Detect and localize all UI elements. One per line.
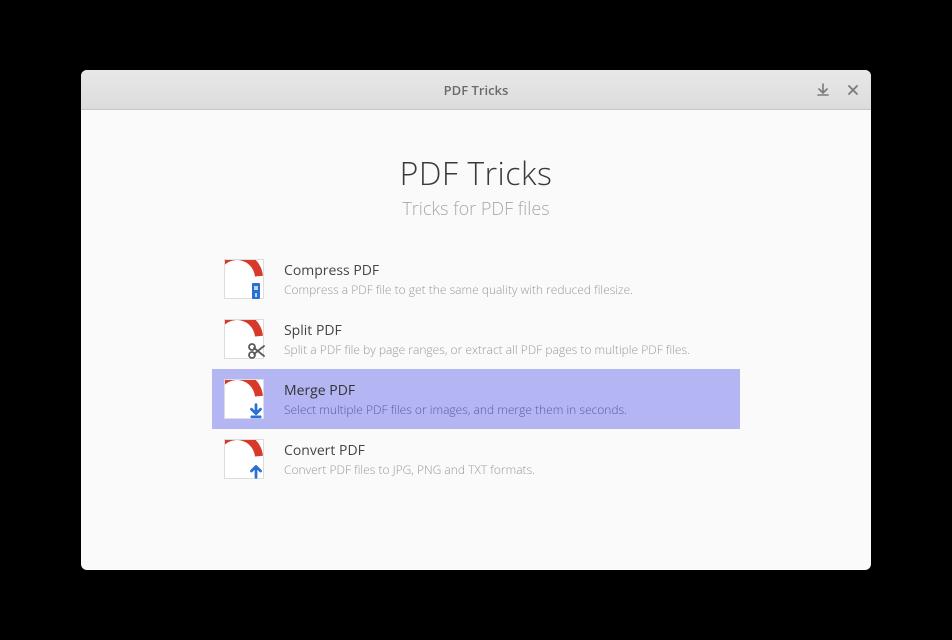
item-desc: Convert PDF files to JPG, PNG and TXT fo… [284, 461, 535, 478]
item-desc: Select multiple PDF files or images, and… [284, 401, 627, 418]
merge-pdf-icon [224, 379, 264, 419]
compress-pdf-icon [224, 259, 264, 299]
list-item-compress[interactable]: Compress PDF Compress a PDF file to get … [212, 249, 740, 309]
action-list: Compress PDF Compress a PDF file to get … [212, 249, 740, 489]
split-pdf-icon [224, 319, 264, 359]
titlebar-controls [815, 82, 861, 98]
item-title: Merge PDF [284, 381, 627, 400]
item-text: Split PDF Split a PDF file by page range… [284, 319, 690, 358]
item-title: Compress PDF [284, 261, 633, 280]
convert-pdf-icon [224, 439, 264, 479]
app-title: PDF Tricks [400, 152, 553, 195]
item-desc: Compress a PDF file to get the same qual… [284, 281, 633, 298]
app-window: PDF Tricks PDF Tricks Tricks for PDF fil… [81, 70, 871, 570]
list-item-convert[interactable]: Convert PDF Convert PDF files to JPG, PN… [212, 429, 740, 489]
titlebar: PDF Tricks [81, 70, 871, 110]
main-content: PDF Tricks Tricks for PDF files Compress… [81, 110, 871, 570]
list-item-merge[interactable]: Merge PDF Select multiple PDF files or i… [212, 369, 740, 429]
list-item-split[interactable]: Split PDF Split a PDF file by page range… [212, 309, 740, 369]
app-subtitle: Tricks for PDF files [402, 197, 549, 221]
close-icon[interactable] [845, 82, 861, 98]
item-title: Split PDF [284, 321, 690, 340]
item-title: Convert PDF [284, 441, 535, 460]
window-title: PDF Tricks [444, 81, 509, 99]
item-desc: Split a PDF file by page ranges, or extr… [284, 341, 690, 358]
item-text: Compress PDF Compress a PDF file to get … [284, 259, 633, 298]
item-text: Convert PDF Convert PDF files to JPG, PN… [284, 439, 535, 478]
item-text: Merge PDF Select multiple PDF files or i… [284, 379, 627, 418]
download-icon[interactable] [815, 82, 831, 98]
